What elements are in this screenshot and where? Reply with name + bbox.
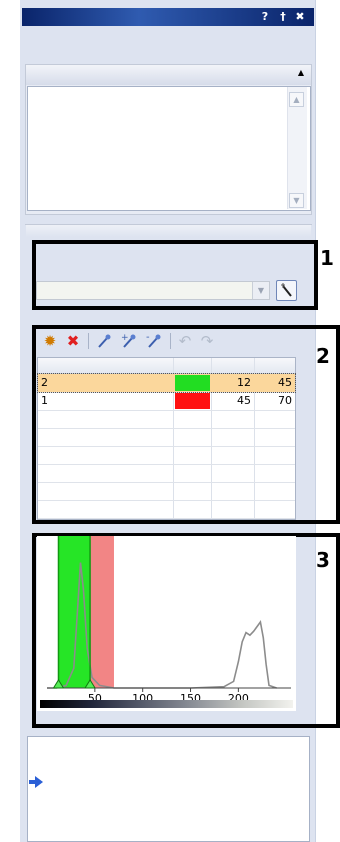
- svg-text:+: +: [121, 333, 129, 343]
- table-row[interactable]: 1 45 70: [38, 392, 295, 410]
- table-cell: 45: [278, 376, 292, 389]
- help-button[interactable]: ?: [258, 9, 272, 24]
- intensity-gradient-bar: [40, 700, 293, 708]
- svg-text:-: -: [146, 332, 150, 343]
- chevron-down-icon: ▼: [252, 282, 269, 299]
- magic-wand-button[interactable]: [276, 280, 297, 301]
- ranges-table-header: [38, 358, 295, 374]
- table-row-divider: [38, 428, 295, 429]
- color-swatch[interactable]: [175, 393, 210, 409]
- histogram-chart[interactable]: 50 100 150 200: [37, 536, 296, 711]
- scroll-up-icon[interactable]: ▲: [289, 92, 304, 107]
- delete-icon[interactable]: ✖: [64, 332, 82, 350]
- callout-2: 2: [316, 344, 330, 368]
- collapse-up-icon[interactable]: ▲: [296, 68, 306, 78]
- pin-remove-icon[interactable]: -: [144, 332, 166, 350]
- table-cell: 70: [278, 394, 292, 407]
- undo-icon: ↶: [178, 332, 192, 350]
- toolbar-separator: [170, 333, 171, 349]
- histogram-plot: 50 100 150 200: [40, 536, 293, 708]
- table-row-divider: [38, 410, 295, 411]
- pin-button[interactable]: †: [276, 9, 290, 24]
- details-text-area[interactable]: [27, 86, 311, 211]
- details-group-header[interactable]: [26, 65, 311, 85]
- preset-select[interactable]: ▼: [36, 281, 270, 300]
- table-cell: 12: [237, 376, 251, 389]
- pin-icon[interactable]: [94, 332, 114, 350]
- color-swatch[interactable]: [175, 375, 210, 391]
- table-row[interactable]: 2 12 45: [37, 373, 296, 393]
- ranges-group-header[interactable]: [26, 225, 311, 237]
- table-cell: 2: [41, 376, 48, 389]
- table-row-divider: [38, 518, 295, 519]
- table-cell: 45: [237, 394, 251, 407]
- magic-wand-icon: [281, 283, 292, 297]
- arrow-right-icon: [29, 776, 43, 788]
- scroll-down-icon[interactable]: ▼: [289, 193, 304, 208]
- table-row-divider: [38, 446, 295, 447]
- table-row-divider: [38, 500, 295, 501]
- toolbar-separator: [88, 333, 89, 349]
- pin-add-icon[interactable]: +: [119, 332, 141, 350]
- histogram-range-band: [90, 536, 114, 688]
- redo-icon: ↷: [200, 332, 214, 350]
- table-cell: 1: [41, 394, 48, 407]
- close-button[interactable]: ✖: [293, 9, 307, 24]
- status-area: [27, 736, 310, 842]
- new-range-icon[interactable]: ✹: [41, 332, 59, 350]
- table-row-divider: [38, 482, 295, 483]
- callout-1: 1: [320, 246, 334, 270]
- table-row-divider: [38, 464, 295, 465]
- callout-3: 3: [316, 548, 330, 572]
